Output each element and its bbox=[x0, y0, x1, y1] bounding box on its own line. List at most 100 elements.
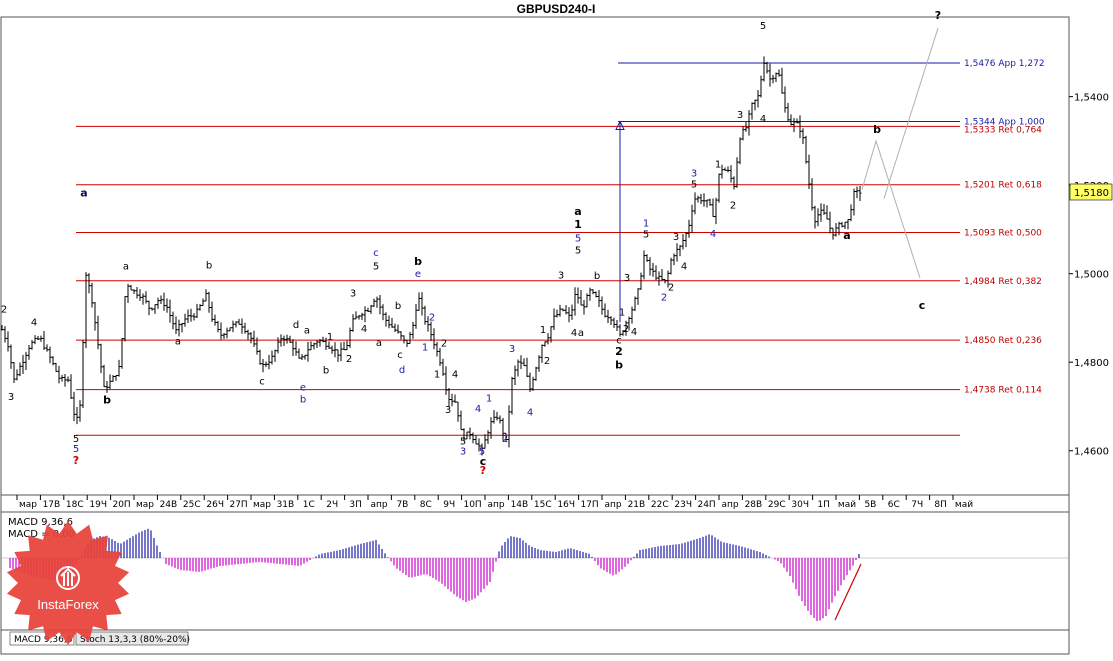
x-tick-label-7: 25С bbox=[183, 500, 201, 510]
x-tick-label-17: 8С bbox=[420, 500, 432, 510]
wave-label: 3 bbox=[558, 271, 564, 282]
tab-stoch-label: Stoch 13,3,3 (80%-20%) bbox=[80, 635, 190, 645]
wave-label: a bbox=[175, 337, 181, 348]
wave-label: 4 bbox=[571, 328, 577, 339]
x-tick-label-0: мар bbox=[19, 500, 37, 510]
x-tick-label-38: 7Ч bbox=[911, 500, 923, 510]
current-price-label: 1,5180 bbox=[1074, 188, 1109, 199]
wave-label: b bbox=[103, 393, 111, 406]
wave-label: 4 bbox=[710, 229, 716, 240]
wave-label: 1 bbox=[540, 325, 546, 336]
wave-label: 4 bbox=[475, 404, 481, 415]
x-tick-label-29: 24П bbox=[697, 500, 715, 510]
wave-label: 3 bbox=[8, 392, 14, 403]
wave-label: ? bbox=[73, 454, 79, 467]
x-tick-label-5: мар bbox=[136, 500, 154, 510]
level-label-3: 1,5201 Ret 0,618 bbox=[964, 181, 1042, 191]
level-label-0: 1,5476 App 1,272 bbox=[964, 59, 1045, 69]
x-tick-label-35: май bbox=[838, 500, 856, 510]
x-tick-label-26: 21В bbox=[628, 500, 646, 510]
wave-label: 3 bbox=[624, 273, 630, 284]
indicator-tab-stoch[interactable]: Stoch 13,3,3 (80%-20%) bbox=[75, 631, 190, 646]
wave-label: b bbox=[615, 358, 623, 371]
wave-label: 3 bbox=[737, 110, 743, 121]
x-tick-label-22: 15С bbox=[534, 500, 552, 510]
wave-label: 3 bbox=[460, 446, 466, 457]
wave-label: 3 bbox=[445, 405, 451, 416]
wave-label: 5 bbox=[643, 229, 649, 240]
x-tick-label-18: 9Ч bbox=[443, 500, 455, 510]
y-tick-label-4: 1,4600 bbox=[1074, 447, 1109, 458]
chart-title: GBPUSD240-I bbox=[517, 2, 596, 16]
x-tick-label-23: 16Ч bbox=[557, 500, 575, 510]
x-tick-label-13: 2Ч bbox=[326, 500, 338, 510]
x-tick-label-14: 3П bbox=[349, 500, 362, 510]
level-label-7: 1,4738 Ret 0,114 bbox=[964, 386, 1042, 396]
wave-label: 3 bbox=[350, 288, 356, 299]
wave-label: 2 bbox=[730, 201, 736, 212]
wave-label: 4 bbox=[760, 114, 766, 125]
wave-label: 4 bbox=[31, 317, 37, 328]
current-price-marker: 1,5180 bbox=[1069, 183, 1113, 201]
x-tick-label-37: 6С bbox=[888, 500, 900, 510]
wave-label: d bbox=[399, 365, 405, 376]
wave-label: 1 bbox=[715, 159, 721, 170]
wave-label: a bbox=[578, 328, 584, 339]
wave-label: 3 bbox=[691, 168, 697, 179]
wave-label: 4 bbox=[452, 369, 458, 380]
level-label-2: 1,5333 Ret 0,764 bbox=[964, 125, 1042, 135]
level-label-4: 1,5093 Ret 0,500 bbox=[964, 229, 1042, 239]
x-tick-label-2: 18С bbox=[66, 500, 84, 510]
wave-label: b bbox=[300, 394, 306, 405]
macd-label-params: MACD 9,36,6 bbox=[8, 517, 73, 528]
x-tick-label-10: мар bbox=[253, 500, 271, 510]
wave-label: 4 bbox=[361, 324, 367, 335]
wave-label: 5 bbox=[691, 179, 697, 190]
x-tick-label-39: 8П bbox=[934, 500, 947, 510]
wave-label: 2 bbox=[346, 354, 352, 365]
x-tick-label-1: 17В bbox=[43, 500, 61, 510]
chart-frame bbox=[0, 16, 1070, 655]
y-tick-label-3: 1,4800 bbox=[1074, 358, 1109, 369]
wave-label: 1 bbox=[422, 343, 428, 354]
wave-label: ? bbox=[935, 9, 941, 22]
wave-label: 5 bbox=[575, 233, 581, 244]
x-tick-label-21: 14В bbox=[511, 500, 529, 510]
x-tick-label-3: 19Ч bbox=[89, 500, 107, 510]
wave-label: a bbox=[123, 262, 129, 273]
x-tick-label-15: апр bbox=[370, 500, 387, 510]
x-tick-label-4: 20П bbox=[112, 500, 130, 510]
wave-label: d bbox=[293, 320, 299, 331]
x-tick-label-30: апр bbox=[721, 500, 738, 510]
x-tick-label-36: 5В bbox=[864, 500, 876, 510]
x-tick-label-24: 17П bbox=[580, 500, 598, 510]
wave-label: b bbox=[323, 365, 329, 376]
wave-label: 2 bbox=[668, 283, 674, 294]
wave-label: 2 bbox=[502, 434, 508, 445]
x-tick-label-16: 7В bbox=[396, 500, 408, 510]
x-tick-label-6: 24В bbox=[160, 500, 178, 510]
wave-label: 1 bbox=[486, 394, 492, 405]
wave-label: a bbox=[304, 325, 310, 336]
wave-label: 2 bbox=[661, 292, 667, 303]
wave-label: c bbox=[919, 299, 926, 312]
wave-label: e bbox=[415, 269, 421, 280]
price-y-axis: 1,54001,52001,50001,48001,4600 bbox=[1069, 93, 1109, 458]
wave-label: 4 bbox=[631, 327, 637, 338]
wave-label: c bbox=[397, 350, 403, 361]
wave-label: 1 bbox=[643, 218, 649, 229]
x-tick-label-34: 1П bbox=[817, 500, 830, 510]
x-tick-label-12: 1С bbox=[303, 500, 315, 510]
wave-label: b bbox=[206, 260, 212, 271]
wave-label: ? bbox=[480, 464, 486, 477]
wave-label: 1 bbox=[327, 332, 333, 343]
wave-label: a bbox=[376, 338, 382, 349]
x-tick-label-9: 27П bbox=[229, 500, 247, 510]
y-tick-label-0: 1,5400 bbox=[1074, 93, 1109, 104]
wave-label: b bbox=[594, 271, 600, 282]
wave-label: c bbox=[373, 248, 379, 259]
x-tick-label-28: 23Ч bbox=[674, 500, 692, 510]
wave-label: 2 bbox=[544, 356, 550, 367]
wave-label: a bbox=[843, 229, 850, 242]
wave-label: 2 bbox=[429, 313, 435, 324]
